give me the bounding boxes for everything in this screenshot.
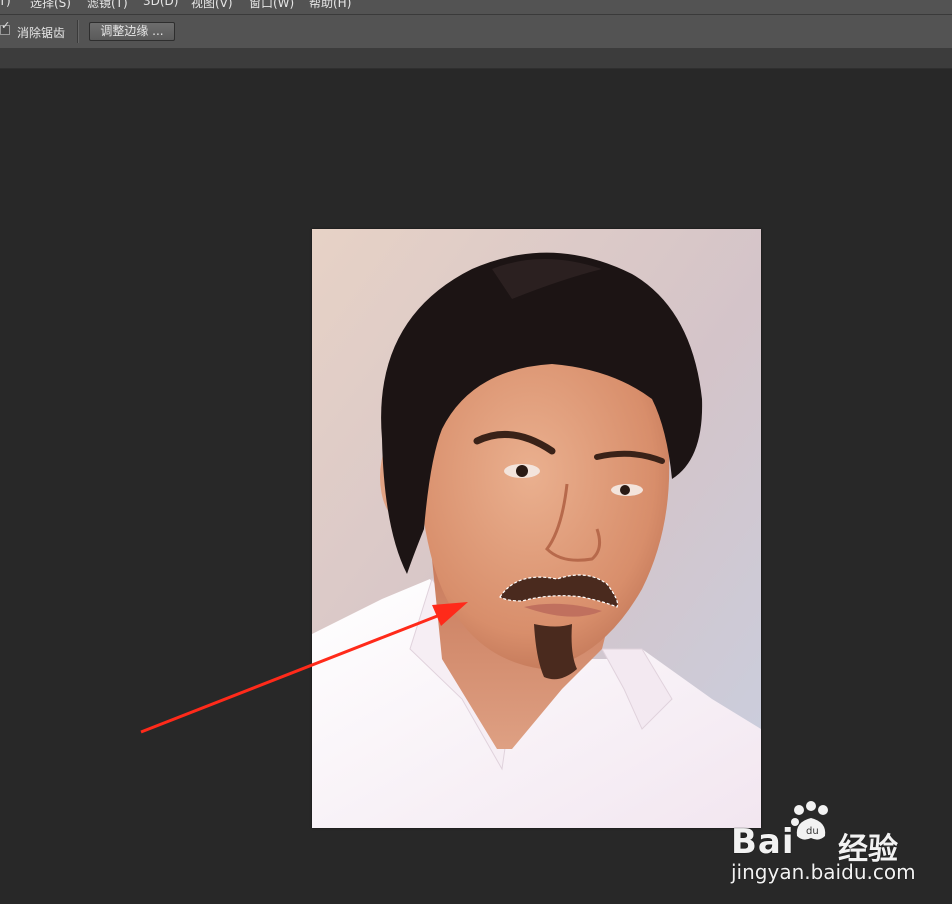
svg-text:du: du: [806, 826, 819, 837]
menu-item-view[interactable]: 视图(V): [191, 0, 233, 11]
antialias-label[interactable]: 消除锯齿: [17, 24, 65, 41]
options-separator: [77, 20, 79, 43]
menu-item-filter[interactable]: 滤镜(T): [87, 0, 128, 11]
menu-item-type[interactable]: (T): [0, 0, 11, 8]
menu-item-select[interactable]: 选择(S): [30, 0, 71, 11]
baidu-watermark: Bai du 经验 jingyan.baidu.com: [728, 800, 943, 888]
watermark-logo-text: Bai: [731, 822, 795, 862]
refine-edge-button[interactable]: 调整边缘 ...: [89, 22, 175, 41]
watermark-url: jingyan.baidu.com: [731, 860, 916, 884]
tool-options-bar: ✓ 消除锯齿 调整边缘 ...: [0, 15, 952, 49]
menu-item-window[interactable]: 窗口(W): [249, 0, 294, 11]
portrait-photo: [312, 229, 761, 828]
menu-item-3d[interactable]: 3D(D): [143, 0, 178, 8]
menu-item-help[interactable]: 帮助(H): [309, 0, 351, 11]
document-canvas-image[interactable]: [312, 229, 761, 828]
document-tab-strip: [0, 49, 952, 69]
checkmark-icon: ✓: [1, 19, 11, 32]
menu-bar: (T) 选择(S) 滤镜(T) 3D(D) 视图(V) 窗口(W) 帮助(H): [0, 0, 952, 15]
paw-logo-icon: du: [791, 801, 828, 840]
